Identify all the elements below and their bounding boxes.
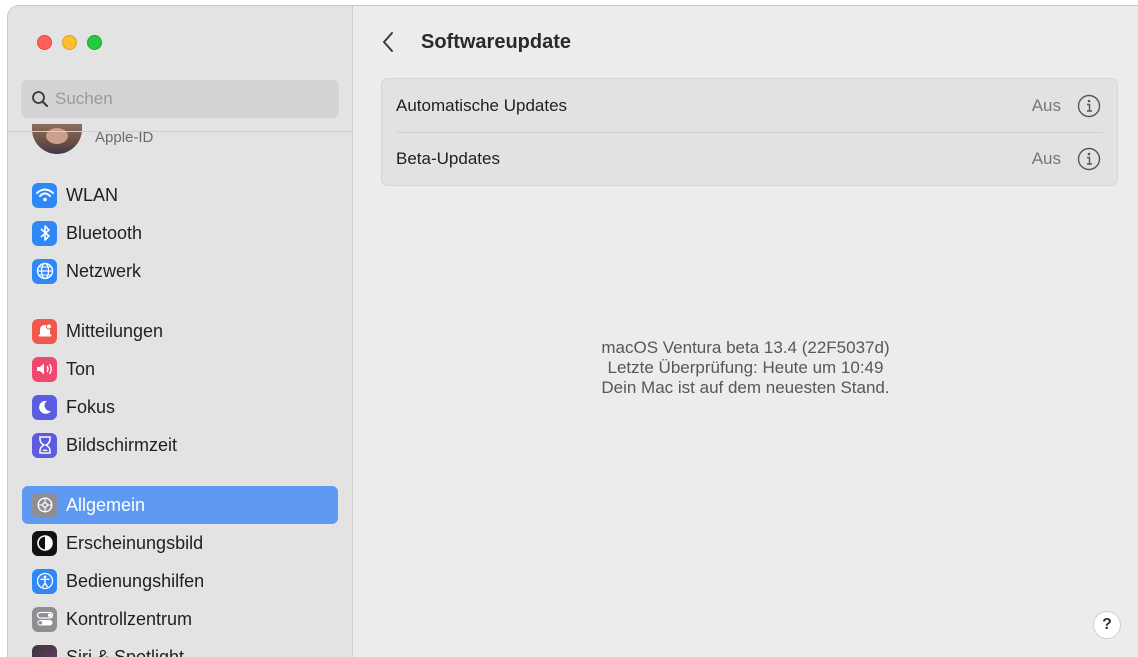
back-chevron-icon[interactable]: [381, 30, 395, 54]
sidebar-item-bluetooth[interactable]: Bluetooth: [22, 214, 338, 252]
beta-updates-row[interactable]: Beta-Updates Aus: [382, 132, 1117, 185]
wifi-icon: [32, 182, 57, 208]
up-to-date-message: Dein Mac ist auf dem neuesten Stand.: [601, 378, 890, 397]
sidebar-item-fokus[interactable]: Fokus: [22, 388, 338, 426]
sidebar-item-kontrollzentrum[interactable]: Kontrollzentrum: [22, 600, 338, 638]
search-field[interactable]: [21, 80, 339, 118]
sidebar-item-erscheinungsbild[interactable]: Erscheinungsbild: [22, 524, 338, 562]
sidebar-item-label: Bluetooth: [66, 222, 143, 243]
gear-icon: [32, 492, 57, 518]
update-status: macOS Ventura beta 13.4 (22F5037d) Letzt…: [353, 338, 1138, 398]
sidebar-item-label: Mitteilungen: [66, 320, 164, 341]
siri-icon: [32, 644, 57, 657]
appearance-icon: [32, 530, 57, 556]
sidebar-group-general: Allgemein Erscheinungsbild Bedienungshil…: [22, 486, 338, 657]
sidebar-item-bedienungshilfen[interactable]: Bedienungshilfen: [22, 562, 338, 600]
moon-icon: [32, 394, 57, 420]
avatar: [32, 124, 82, 154]
sidebar-item-siri-spotlight[interactable]: Siri & Spotlight: [22, 638, 338, 657]
sidebar-item-netzwerk[interactable]: Netzwerk: [22, 252, 338, 290]
minimize-window-button[interactable]: [62, 35, 77, 50]
sidebar-item-label: Ton: [66, 358, 96, 379]
apple-id-item[interactable]: Apple-ID: [32, 124, 153, 154]
os-version: macOS Ventura beta 13.4 (22F5037d): [601, 338, 890, 357]
window-controls: [37, 35, 102, 50]
settings-window: Apple-ID WLAN Bluetooth Netzwerk: [8, 6, 1138, 657]
sidebar-item-label: Erscheinungsbild: [66, 532, 204, 553]
sidebar-item-allgemein[interactable]: Allgemein: [22, 486, 338, 524]
row-value: Aus: [1031, 148, 1061, 168]
sidebar-group-network: WLAN Bluetooth Netzwerk: [22, 176, 338, 290]
search-input[interactable]: [53, 88, 317, 110]
last-check: Letzte Überprüfung: Heute um 10:49: [607, 358, 884, 377]
row-label: Beta-Updates: [396, 148, 500, 168]
sidebar-item-label: Netzwerk: [66, 260, 142, 281]
hourglass-icon: [32, 432, 57, 458]
row-label: Automatische Updates: [396, 95, 568, 115]
sidebar-group-notifications: Mitteilungen Ton Fokus Bildschirmzeit: [22, 312, 338, 464]
main-content: Softwareupdate Automatische Updates Aus …: [353, 6, 1138, 657]
sidebar-item-label: Fokus: [66, 396, 116, 417]
globe-icon: [32, 258, 57, 284]
bell-icon: [32, 318, 57, 344]
sidebar-scroll-divider: [8, 131, 352, 132]
close-window-button[interactable]: [37, 35, 52, 50]
search-icon: [32, 91, 48, 107]
sidebar-item-mitteilungen[interactable]: Mitteilungen: [22, 312, 338, 350]
sidebar-item-label: Kontrollzentrum: [66, 608, 193, 629]
sidebar-item-bildschirmzeit[interactable]: Bildschirmzeit: [22, 426, 338, 464]
zoom-window-button[interactable]: [87, 35, 102, 50]
automatic-updates-row[interactable]: Automatische Updates Aus: [382, 79, 1117, 132]
sidebar-item-label: Siri & Spotlight: [66, 646, 185, 657]
speaker-icon: [32, 356, 57, 382]
page-title: Softwareupdate: [421, 31, 572, 53]
sidebar-item-wlan[interactable]: WLAN: [22, 176, 338, 214]
sidebar-item-label: Bildschirmzeit: [66, 434, 178, 455]
info-icon[interactable]: [1077, 147, 1101, 171]
sidebar-item-label: WLAN: [66, 184, 119, 205]
info-icon[interactable]: [1077, 94, 1101, 118]
help-button[interactable]: ?: [1093, 611, 1121, 639]
bluetooth-icon: [32, 220, 57, 246]
sidebar: Apple-ID WLAN Bluetooth Netzwerk: [8, 6, 353, 657]
toggles-icon: [32, 606, 57, 632]
accessibility-icon: [32, 568, 57, 594]
sidebar-item-label: Bedienungshilfen: [66, 570, 205, 591]
row-value: Aus: [1031, 95, 1061, 115]
sidebar-item-label: Allgemein: [66, 494, 146, 515]
sidebar-item-ton[interactable]: Ton: [22, 350, 338, 388]
settings-group: Automatische Updates Aus Beta-Updates Au…: [381, 78, 1118, 186]
